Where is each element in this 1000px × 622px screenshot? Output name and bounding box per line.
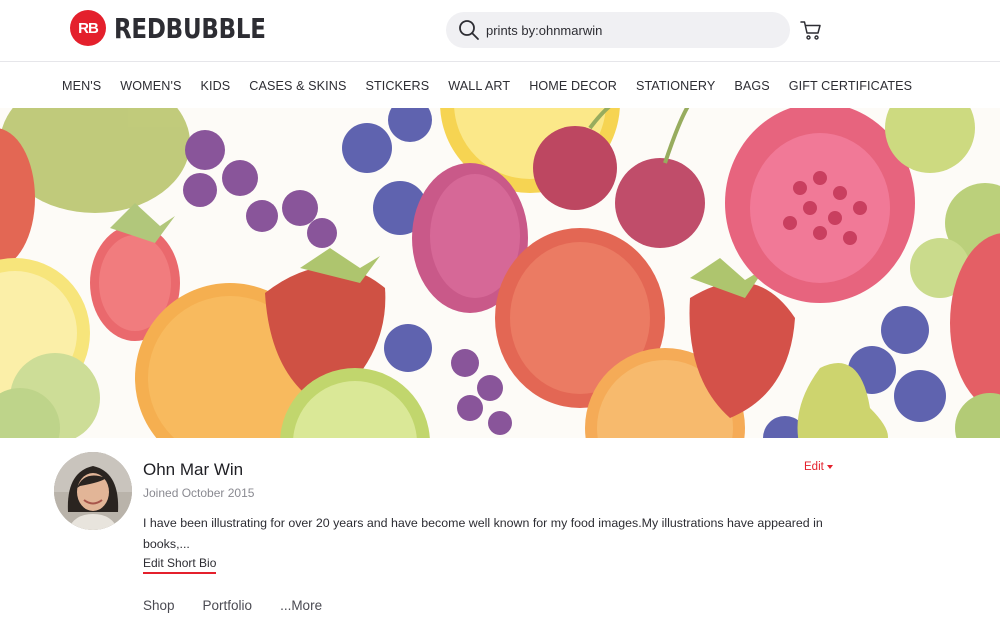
- edit-profile-dropdown[interactable]: Edit: [804, 461, 833, 473]
- tab-shop[interactable]: Shop: [143, 598, 175, 613]
- nav-item-kids[interactable]: KIDS: [200, 79, 230, 93]
- nav-item-home-decor[interactable]: HOME DECOR: [529, 79, 617, 93]
- nav-item-wall-art[interactable]: WALL ART: [448, 79, 510, 93]
- avatar-photo: [54, 452, 132, 530]
- nav-item-womens[interactable]: WOMEN'S: [120, 79, 181, 93]
- search-input[interactable]: [486, 22, 766, 38]
- nav-item-stickers[interactable]: STICKERS: [365, 79, 429, 93]
- profile-name: Ohn Mar Win: [143, 460, 244, 479]
- caret-down-icon: [826, 464, 833, 469]
- top-header: RB REDBUBBLE: [0, 0, 1000, 62]
- category-nav: MEN'S WOMEN'S KIDS CASES & SKINS STICKER…: [0, 63, 1000, 108]
- joined-date: Joined October 2015: [143, 486, 255, 500]
- nav-item-cases-skins[interactable]: CASES & SKINS: [249, 79, 346, 93]
- tab-portfolio[interactable]: Portfolio: [203, 598, 253, 613]
- search-icon[interactable]: [458, 19, 480, 41]
- profile-cover-banner: [0, 108, 1000, 438]
- nav-item-stationery[interactable]: STATIONERY: [636, 79, 715, 93]
- logo-text: REDBUBBLE: [114, 11, 266, 45]
- search-bar[interactable]: [446, 12, 790, 48]
- nav-item-gift-certificates[interactable]: GIFT CERTIFICATES: [789, 79, 912, 93]
- logo-mark: RB: [70, 10, 106, 46]
- profile-avatar[interactable]: [54, 452, 132, 530]
- fruit-illustration: [0, 108, 1000, 438]
- cart-icon[interactable]: [800, 19, 822, 41]
- redbubble-logo[interactable]: RB REDBUBBLE: [70, 10, 299, 46]
- edit-label: Edit: [804, 461, 824, 473]
- edit-short-bio-link[interactable]: Edit Short Bio: [143, 556, 217, 574]
- profile-tabs: Shop Portfolio ...More: [143, 598, 350, 613]
- nav-item-mens[interactable]: MEN'S: [62, 79, 101, 93]
- nav-item-bags[interactable]: BAGS: [734, 79, 769, 93]
- tab-more[interactable]: ...More: [280, 598, 322, 613]
- profile-bio: I have been illustrating for over 20 yea…: [143, 516, 823, 551]
